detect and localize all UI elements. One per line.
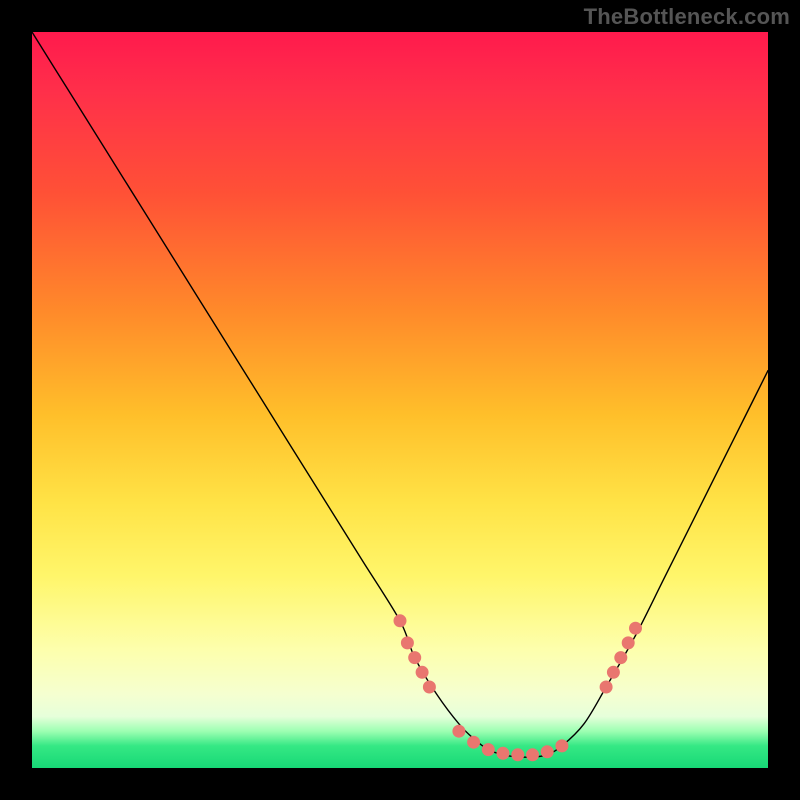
marker-dot <box>453 725 465 737</box>
marker-dot <box>409 652 421 664</box>
marker-dot <box>423 681 435 693</box>
marker-dot <box>615 652 627 664</box>
marker-dot <box>394 615 406 627</box>
marker-dot <box>497 747 509 759</box>
chart-svg <box>32 32 768 768</box>
marker-dot <box>600 681 612 693</box>
marker-dot <box>416 666 428 678</box>
marker-dots <box>394 615 642 761</box>
marker-dot <box>630 622 642 634</box>
bottleneck-curve <box>32 32 768 757</box>
marker-dot <box>556 740 568 752</box>
marker-dot <box>527 749 539 761</box>
marker-dot <box>607 666 619 678</box>
plot-area <box>32 32 768 768</box>
marker-dot <box>622 637 634 649</box>
marker-dot <box>468 736 480 748</box>
watermark-text: TheBottleneck.com <box>584 4 790 30</box>
marker-dot <box>401 637 413 649</box>
marker-dot <box>512 749 524 761</box>
chart-frame: TheBottleneck.com <box>0 0 800 800</box>
marker-dot <box>541 746 553 758</box>
marker-dot <box>482 744 494 756</box>
